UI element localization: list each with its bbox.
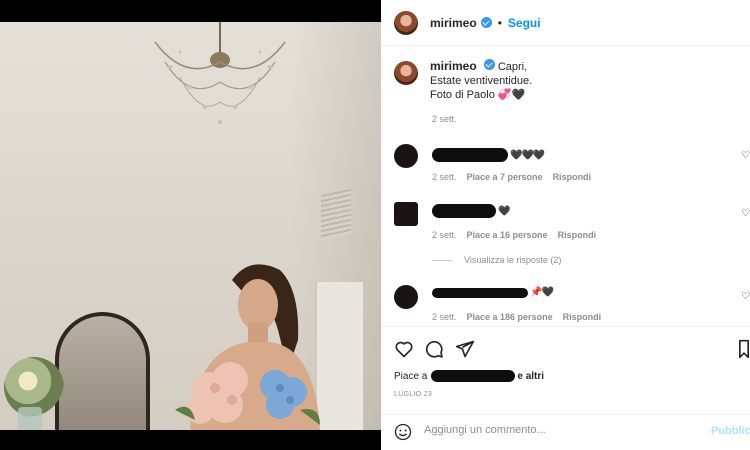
arched-mirror [55, 312, 150, 430]
comment-text: 🖤🖤🖤 [510, 149, 545, 161]
verified-badge-icon [480, 17, 492, 28]
add-comment-bar: Pubblica [381, 414, 750, 450]
reply-button[interactable]: Rispondi [558, 230, 597, 240]
verified-badge-icon [483, 59, 495, 70]
reply-button[interactable]: Rispondi [563, 312, 602, 322]
post-date: LUGLIO 23 [394, 391, 433, 398]
share-icon[interactable] [455, 339, 475, 359]
comment-time: 2 sett. [432, 172, 457, 182]
comment-text: 🖤 [498, 205, 510, 217]
comment-likes-count[interactable]: Piace a 7 persone [467, 172, 543, 182]
comment-line: 🖤🖤🖤 [432, 148, 545, 162]
wall-vent [321, 188, 351, 241]
caption-timestamp: 2 sett. [432, 114, 457, 124]
likes-summary: Piace a e altri [394, 370, 544, 382]
comment-input[interactable] [424, 424, 694, 436]
bookmark-icon[interactable] [737, 339, 750, 359]
emoji-icon[interactable] [394, 423, 412, 441]
post-photo-panel [0, 0, 381, 450]
view-replies-button[interactable]: Visualizza le risposte (2) [432, 255, 561, 265]
redacted-username [432, 287, 528, 298]
comment-like-heart-icon[interactable]: ♡ [741, 150, 750, 161]
caption-avatar[interactable] [394, 61, 418, 85]
author-avatar[interactable] [394, 10, 418, 35]
likes-others-link[interactable]: e altri [517, 371, 544, 382]
letterbox-top [0, 0, 381, 22]
comment-likes-count[interactable]: Piace a 16 persone [467, 230, 548, 240]
comment-line: 📌🖤 [432, 287, 554, 298]
separator-dot: • [497, 15, 502, 30]
comment-meta: 2 sett. Piace a 16 persone Rispondi [432, 230, 596, 240]
commenter-avatar[interactable] [394, 202, 418, 226]
reply-button[interactable]: Rispondi [553, 172, 592, 182]
comment-time: 2 sett. [432, 312, 457, 322]
caption-body: mirimeo Capri, Estate ventiventidue. Fot… [430, 59, 532, 102]
post-caption: mirimeo Capri, Estate ventiventidue. Fot… [381, 46, 750, 102]
post-photo[interactable] [0, 22, 381, 430]
comment-like-heart-icon[interactable]: ♡ [741, 291, 750, 302]
publish-button[interactable]: Pubblica [711, 425, 750, 437]
comment-icon[interactable] [424, 339, 444, 359]
redacted-username [432, 148, 508, 162]
comment-meta: 2 sett. Piace a 186 persone Rispondi [432, 312, 601, 322]
comment-time: 2 sett. [432, 230, 457, 240]
replies-divider [432, 259, 452, 261]
post-actions [381, 326, 750, 370]
commenter-avatar[interactable] [394, 285, 418, 309]
redacted-liker [431, 370, 516, 382]
glass-vase [18, 407, 42, 430]
caption-line-3: Foto di Paolo 💞🖤 [430, 89, 526, 101]
letterbox-bottom [0, 430, 381, 450]
commenter-avatar[interactable] [394, 144, 418, 168]
heart-icon[interactable] [394, 339, 414, 359]
comment-line: 🖤 [432, 204, 510, 218]
view-replies-label: Visualizza le risposte (2) [464, 255, 562, 265]
comment-text: 📌🖤 [530, 287, 554, 298]
caption-username[interactable]: mirimeo [430, 59, 477, 73]
caption-line-2: Estate ventiventidue. [430, 75, 533, 87]
post-side-panel: mirimeo • Segui mirimeo Capri, Estate ve… [381, 0, 750, 450]
chandelier [154, 22, 286, 124]
post-header: mirimeo • Segui [381, 0, 750, 46]
likes-prefix: Piace a [394, 370, 428, 382]
woman-with-hydrangeas [175, 264, 320, 430]
author-username[interactable]: mirimeo [430, 16, 477, 30]
follow-button[interactable]: Segui [508, 16, 541, 30]
comment-likes-count[interactable]: Piace a 186 persone [467, 312, 553, 322]
comment-like-heart-icon[interactable]: ♡ [741, 208, 750, 219]
redacted-username [432, 204, 496, 218]
caption-line-1: Capri, [497, 61, 528, 73]
comment-meta: 2 sett. Piace a 7 persone Rispondi [432, 172, 591, 182]
